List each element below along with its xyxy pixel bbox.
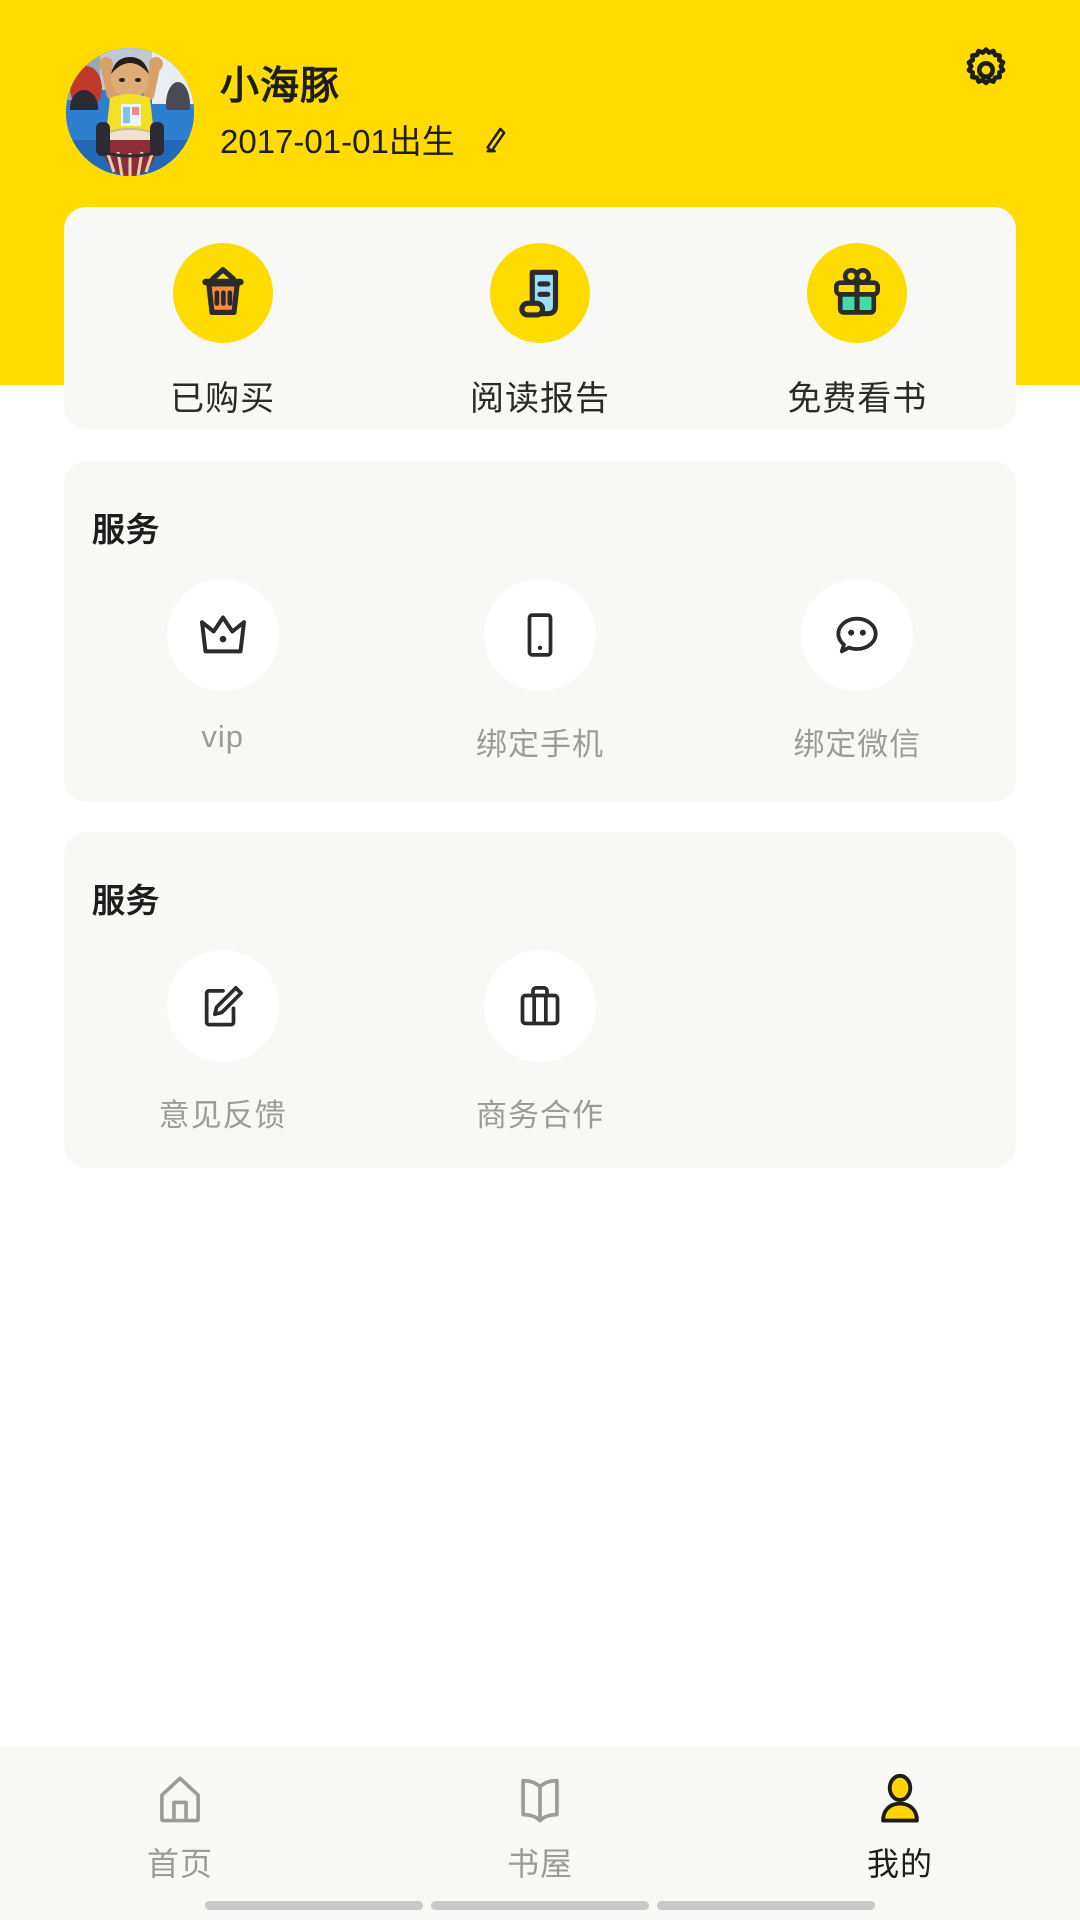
bottom-navigation: 首页 书屋 我的: [0, 1747, 1080, 1920]
service-item-label: 绑定微信: [793, 727, 922, 762]
home-indicator-bar: [205, 1901, 423, 1910]
service-item-label: 意见反馈: [158, 1098, 287, 1133]
home-indicator-bars: [0, 1901, 1080, 1910]
avatar[interactable]: [66, 48, 194, 176]
crown-icon-wrapper: [166, 579, 279, 691]
service-item-label: 绑定手机: [475, 727, 604, 762]
profile-name: 小海豚: [220, 64, 341, 108]
home-indicator-bar: [657, 1901, 875, 1910]
home-indicator-bar: [431, 1901, 649, 1910]
profile-row[interactable]: 小海豚 2017-01-01出生: [66, 48, 511, 176]
service-item-bind-phone[interactable]: 绑定手机: [381, 579, 698, 764]
quick-action-purchased[interactable]: 已购买: [64, 243, 381, 420]
profile-birth-row[interactable]: 2017-01-01出生: [220, 122, 511, 162]
quick-action-label: 阅读报告: [469, 380, 610, 418]
home-icon: [160, 1776, 200, 1823]
nav-item-home[interactable]: 首页: [0, 1747, 360, 1920]
service-section-2-row: 意见反馈 商务合作: [64, 950, 1016, 1135]
nav-item-bookshelf[interactable]: 书屋: [360, 1747, 720, 1920]
gear-icon: [966, 47, 1006, 86]
quick-actions-row: 已购买 阅读报告 免费看书: [64, 243, 1016, 420]
report-scroll-icon-wrapper: [489, 243, 590, 343]
service-item-business-cooperation[interactable]: 商务合作: [381, 950, 698, 1135]
crown-icon: [199, 615, 246, 654]
basket-icon-wrapper: [172, 243, 273, 343]
report-scroll-icon: [519, 269, 559, 318]
service-section-2: 服务 意见反馈 商务合作: [64, 832, 1016, 1168]
pencil-icon[interactable]: [477, 124, 511, 158]
profile-screen: 小海豚 2017-01-01出生 已购买 阅读报告 免费看书 服务 vip 绑定…: [0, 0, 1080, 1920]
profile-birth-date: 2017-01-01出生: [220, 122, 455, 160]
service-section-1: 服务 vip 绑定手机 绑定微信: [64, 461, 1016, 802]
wechat-icon-wrapper: [801, 579, 914, 691]
quick-action-label: 已购买: [170, 380, 276, 418]
service-item-feedback[interactable]: 意见反馈: [64, 950, 381, 1135]
book-icon: [521, 1778, 559, 1823]
service-item-vip[interactable]: vip: [64, 579, 381, 764]
gift-icon-wrapper: [807, 243, 908, 343]
phone-icon-wrapper: [483, 579, 596, 691]
nav-item-label: 首页: [146, 1846, 213, 1882]
quick-action-reading-report[interactable]: 阅读报告: [381, 243, 698, 420]
service-section-1-title: 服务: [92, 511, 160, 548]
phone-icon: [527, 613, 553, 657]
briefcase-icon-wrapper: [483, 950, 596, 1062]
nav-item-profile[interactable]: 我的: [720, 1747, 1080, 1920]
quick-action-label: 免费看书: [787, 380, 928, 418]
feedback-edit-icon: [204, 986, 243, 1027]
settings-button[interactable]: [958, 42, 1014, 98]
briefcase-icon: [520, 986, 560, 1026]
service-section-2-title: 服务: [92, 882, 160, 919]
nav-item-label: 我的: [866, 1846, 933, 1882]
wechat-icon: [836, 616, 878, 654]
person-icon: [881, 1773, 919, 1823]
service-item-placeholder: [699, 950, 1016, 1135]
nav-item-label: 书屋: [506, 1846, 573, 1882]
service-section-1-row: vip 绑定手机 绑定微信: [64, 579, 1016, 764]
gift-icon: [834, 267, 881, 315]
service-item-bind-wechat[interactable]: 绑定微信: [699, 579, 1016, 764]
quick-actions-card: 已购买 阅读报告 免费看书: [64, 207, 1016, 429]
service-item-label: 商务合作: [475, 1098, 604, 1133]
feedback-edit-icon-wrapper: [166, 950, 279, 1062]
profile-text: 小海豚 2017-01-01出生: [220, 63, 511, 161]
quick-action-free-books[interactable]: 免费看书: [699, 243, 1016, 420]
service-item-label: vip: [201, 719, 244, 754]
basket-icon: [201, 267, 244, 315]
